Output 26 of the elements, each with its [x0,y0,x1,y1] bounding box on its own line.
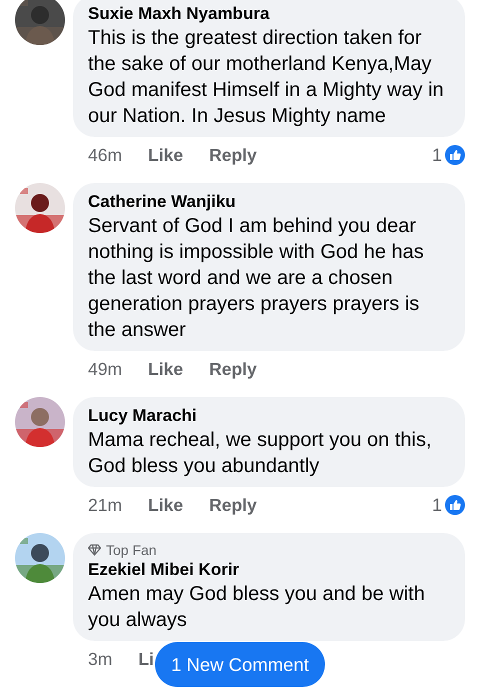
comment-text: Mama recheal, we support you on this, God bless you abundantly [88,428,433,479]
reaction-count[interactable]: 1 [432,144,442,166]
like-link[interactable]: Like [148,144,184,166]
commenter-name[interactable]: Lucy Marachi [88,405,197,427]
commenter-name[interactable]: Catherine Wanjiku [88,191,236,213]
like-link[interactable]: Li [138,648,154,670]
comment-time[interactable]: 49m [88,358,122,380]
reaction-count[interactable]: 1 [432,494,442,516]
comment-text: This is the greatest direction taken for the sake of our motherland Kenya,May God manifest Himself in a Mighty way in our Nation. In Jesus Mighty name [88,26,445,129]
reply-link[interactable]: Reply [209,358,257,380]
like-link[interactable]: Like [148,494,184,516]
like-link[interactable]: Like [148,358,184,380]
diamond-icon [88,544,101,556]
comment-time[interactable]: 3m [88,648,112,670]
badge-label: Top Fan [106,541,157,559]
comment-text: Amen may God bless you and be with you always [88,582,426,633]
commenter-name[interactable]: Ezekiel Mibei Korir [88,559,240,581]
comment-time[interactable]: 46m [88,144,122,166]
reply-link[interactable]: Reply [209,494,257,516]
comment-time[interactable]: 21m [88,494,122,516]
new-comment-button[interactable]: 1 New Comment [155,642,325,687]
commenter-name[interactable]: Suxie Maxh Nyambura [88,3,270,25]
reply-link[interactable]: Reply [209,144,257,166]
thumbs-up-icon[interactable] [445,495,465,515]
comment-text: Servant of God I am behind you dear nothing is impossible with God he has the last word and we are a chosen generation prayers prayers prayers is the answer [88,214,425,343]
thumbs-up-icon[interactable] [445,145,465,165]
